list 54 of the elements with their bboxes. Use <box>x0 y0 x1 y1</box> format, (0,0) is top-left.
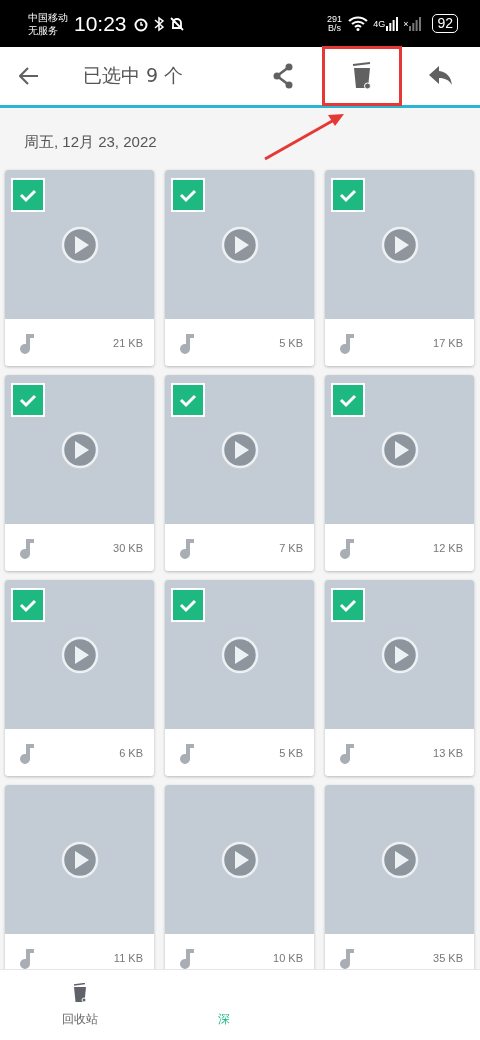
checkbox[interactable] <box>11 588 45 622</box>
reply-icon[interactable] <box>429 66 453 86</box>
play-icon[interactable] <box>220 635 259 674</box>
network-type: 4G <box>373 18 386 29</box>
signal-icon <box>409 16 422 31</box>
play-icon[interactable] <box>220 225 259 264</box>
file-size: 13 KB <box>433 746 463 759</box>
network-speed: 291 <box>327 14 343 24</box>
file-size: 30 KB <box>113 541 143 554</box>
clock: 10:23 <box>74 11 127 36</box>
share-icon[interactable] <box>271 63 295 89</box>
checkbox[interactable] <box>331 588 365 622</box>
signal-icon <box>386 16 399 31</box>
bluetooth-icon <box>153 15 164 32</box>
checkbox[interactable] <box>11 178 45 212</box>
no-sim-mark: × <box>403 18 409 29</box>
back-icon[interactable] <box>19 67 39 85</box>
file-size: 7 KB <box>279 541 303 554</box>
file-size: 6 KB <box>119 746 143 759</box>
play-icon[interactable] <box>220 840 259 879</box>
wifi-icon <box>348 16 369 31</box>
file-size: 12 KB <box>433 541 463 554</box>
play-icon[interactable] <box>380 635 419 674</box>
file-size: 17 KB <box>433 336 463 349</box>
selection-title: 已选中 9 个 <box>83 63 185 88</box>
play-icon[interactable] <box>380 225 419 264</box>
file-size: 10 KB <box>273 951 303 964</box>
checkbox[interactable] <box>331 178 365 212</box>
muted-bell-icon <box>168 15 185 32</box>
checkbox[interactable] <box>171 178 205 212</box>
play-icon[interactable] <box>60 635 99 674</box>
date-header: 周五, 12月 23, 2022 <box>24 133 157 150</box>
play-icon[interactable] <box>380 430 419 469</box>
checkbox[interactable] <box>171 588 205 622</box>
speed-unit: B/s <box>328 23 342 33</box>
play-icon[interactable] <box>220 430 259 469</box>
checkbox[interactable] <box>331 383 365 417</box>
carrier-name: 中国移动 <box>28 10 68 24</box>
checkbox[interactable] <box>171 383 205 417</box>
trash-icon[interactable] <box>352 62 372 90</box>
file-size: 5 KB <box>279 336 303 349</box>
play-icon[interactable] <box>380 840 419 879</box>
service-status: 无服务 <box>28 23 59 37</box>
play-icon[interactable] <box>60 225 99 264</box>
checkbox[interactable] <box>11 383 45 417</box>
bottom-tab[interactable]: 回收站 <box>0 970 160 1040</box>
file-size: 35 KB <box>433 951 463 964</box>
file-size: 5 KB <box>279 746 303 759</box>
trash-icon <box>73 982 87 1003</box>
play-icon[interactable] <box>60 430 99 469</box>
file-size: 11 KB <box>113 951 143 964</box>
battery-level: 92 <box>432 14 458 33</box>
play-icon[interactable] <box>60 840 99 879</box>
file-size: 21 KB <box>113 336 143 349</box>
